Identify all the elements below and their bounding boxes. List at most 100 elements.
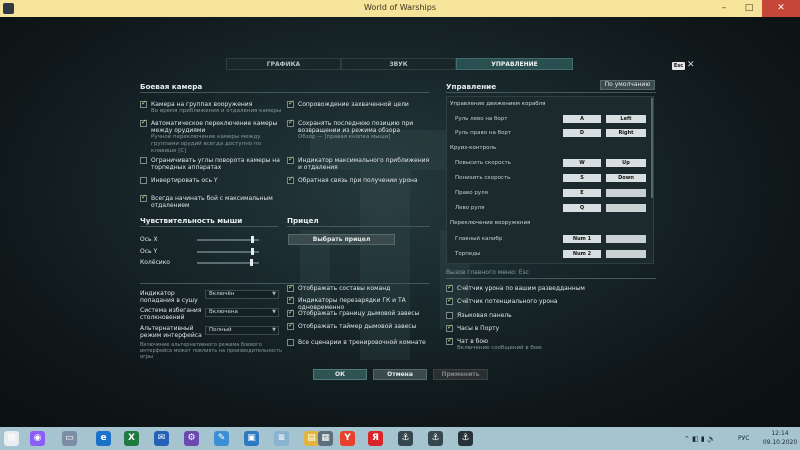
checkbox-box[interactable]: [140, 193, 147, 202]
yandex-icon[interactable]: Я: [368, 431, 383, 446]
keybind-primary[interactable]: S: [563, 174, 601, 182]
reset-defaults-button[interactable]: По умолчанию: [600, 80, 655, 90]
close-window-button[interactable]: ✕: [762, 0, 800, 17]
slider-knob-y[interactable]: [251, 248, 255, 255]
settings-icon[interactable]: ⚙: [184, 431, 199, 446]
keybind-secondary[interactable]: Down: [606, 174, 646, 182]
controls-title: Управление: [446, 82, 497, 91]
checkbox-box[interactable]: [140, 157, 147, 164]
edge-browser-icon[interactable]: e: [96, 431, 111, 446]
keybind-secondary[interactable]: [606, 189, 646, 197]
checkbox-invert-y[interactable]: Инвертировать ось Y: [140, 177, 285, 184]
tray-icons[interactable]: ⌃ ◧ ▮ 🔈: [684, 435, 716, 443]
checkbox-limit-torpedo-angles[interactable]: Ограничивать углы поворота камеры на тор…: [140, 157, 285, 171]
checkbox-box[interactable]: [446, 323, 453, 332]
apply-button[interactable]: Применить: [433, 369, 488, 380]
keybind-secondary[interactable]: [606, 204, 646, 212]
checkbox-track-target[interactable]: Сопровождение захваченной цели: [287, 99, 432, 108]
yandex-browser-icon[interactable]: Y: [340, 431, 355, 446]
checkbox-reload-indicators[interactable]: Индикаторы перезарядки ГК и ТА одновреме…: [287, 295, 442, 311]
keybind-secondary[interactable]: Left: [606, 115, 646, 123]
select-value: Полный: [209, 327, 232, 333]
checkbox-damage-feedback[interactable]: Обратная связь при получении урона: [287, 175, 432, 184]
checkbox-box[interactable]: [287, 99, 294, 108]
excel-icon[interactable]: X: [124, 431, 139, 446]
file-explorer-icon[interactable]: ▤: [304, 431, 319, 446]
checkbox-smoke-border[interactable]: Отображать границу дымовой завесы: [287, 308, 437, 317]
notepad-icon[interactable]: ≡: [274, 431, 289, 446]
checkbox-smoke-timer[interactable]: Отображать таймер дымовой завесы: [287, 321, 437, 330]
checkbox-battle-chat[interactable]: Чат в боюВключение сообщений в бою: [446, 336, 646, 352]
keybind-secondary[interactable]: [606, 250, 646, 258]
select-land-hit[interactable]: Включён ▼: [205, 290, 279, 299]
checkbox-save-last-position[interactable]: Сохранять последнюю позицию при возвраще…: [287, 118, 432, 141]
checkbox-box[interactable]: [446, 336, 453, 345]
keybind-primary[interactable]: Num 2: [563, 250, 601, 258]
tab-graphics[interactable]: ГРАФИКА: [226, 58, 341, 70]
checkbox-auto-switch-camera[interactable]: Автоматическое переключение камеры между…: [140, 118, 285, 155]
clock-time[interactable]: 12:14: [764, 430, 796, 437]
checkbox-zoom-indicator[interactable]: Индикатор максимального приближения и от…: [287, 155, 432, 171]
wows-launcher-2-icon[interactable]: ⚓: [428, 431, 443, 446]
checkbox-box[interactable]: [287, 339, 294, 346]
checkbox-box[interactable]: [287, 118, 294, 127]
cancel-button[interactable]: Отмена: [373, 369, 427, 380]
remote-desktop-icon[interactable]: ▣: [244, 431, 259, 446]
checkbox-potential-damage[interactable]: Счётчик потенциального урона: [446, 296, 646, 305]
calculator-icon[interactable]: ▦: [318, 431, 333, 446]
windows-logo-icon[interactable]: ⊞: [4, 431, 19, 446]
paint-icon[interactable]: ✎: [214, 431, 229, 446]
wows-game-icon[interactable]: ⚓: [458, 431, 473, 446]
select-collision[interactable]: Включена ▼: [205, 308, 279, 317]
checkbox-camera-weapon-groups[interactable]: Камера на группах вооруженияВо время при…: [140, 99, 285, 115]
checkbox-training-scenarios[interactable]: Все сценарии в тренировочной комнате: [287, 339, 437, 346]
checkbox-max-zoom-start[interactable]: Всегда начинать бой с максимальным отдал…: [140, 193, 285, 209]
keybind-primary[interactable]: Q: [563, 204, 601, 212]
group-ship-movement: Управление движением корабля: [450, 101, 546, 107]
slider-knob-x[interactable]: [251, 236, 255, 243]
checkbox-box[interactable]: [140, 177, 147, 184]
checkbox-box[interactable]: [446, 283, 453, 292]
checkbox-box[interactable]: [140, 118, 147, 127]
language-indicator[interactable]: РУС: [738, 435, 749, 442]
keybind-primary[interactable]: W: [563, 159, 601, 167]
checkbox-box[interactable]: [446, 296, 453, 305]
slider-track-x[interactable]: [197, 239, 259, 241]
alice-assistant-icon[interactable]: ◉: [30, 431, 45, 446]
checkbox-recon-damage[interactable]: Счётчик урона по вашим разведданным: [446, 283, 646, 292]
select-alt-interface[interactable]: Полный ▼: [205, 326, 279, 335]
mail-icon[interactable]: ✉: [154, 431, 169, 446]
checkbox-box[interactable]: [446, 312, 453, 319]
keybind-secondary[interactable]: Up: [606, 159, 646, 167]
maximize-button[interactable]: □: [737, 0, 761, 17]
wows-launcher-icon[interactable]: ⚓: [398, 431, 413, 446]
checkbox-box[interactable]: [140, 99, 147, 108]
keybind-primary[interactable]: Num 1: [563, 235, 601, 243]
onedrive-folder-icon[interactable]: ▭: [62, 431, 77, 446]
scrollbar[interactable]: [651, 98, 653, 198]
checkbox-language-bar[interactable]: Языковая панель: [446, 312, 646, 319]
ok-button[interactable]: ОК: [313, 369, 367, 380]
keybind-primary[interactable]: D: [563, 129, 601, 137]
checkbox-box[interactable]: [287, 175, 294, 184]
tab-controls[interactable]: УПРАВЛЕНИЕ: [456, 58, 573, 70]
minimize-button[interactable]: –: [712, 0, 736, 17]
checkbox-box[interactable]: [287, 295, 294, 304]
alt-interface-note: Включение альтернативного режима боевого…: [140, 342, 282, 360]
checkbox-box[interactable]: [287, 321, 294, 330]
keybind-secondary[interactable]: Right: [606, 129, 646, 137]
checkbox-box[interactable]: [287, 308, 294, 317]
checkbox-port-clock[interactable]: Часы в Порту: [446, 323, 646, 332]
keybind-primary[interactable]: A: [563, 115, 601, 123]
checkbox-team-lists[interactable]: Отображать составы команд: [287, 283, 437, 292]
checkbox-box[interactable]: [287, 283, 294, 292]
slider-knob-wheel[interactable]: [250, 259, 254, 266]
slider-track-y[interactable]: [197, 251, 259, 253]
tab-sound[interactable]: ЗВУК: [341, 58, 456, 70]
keybind-primary[interactable]: E: [563, 189, 601, 197]
keybind-secondary[interactable]: [606, 235, 646, 243]
choose-sight-button[interactable]: Выбрать прицел: [288, 234, 395, 245]
checkbox-box[interactable]: [287, 155, 294, 164]
clock-date[interactable]: 09.10.2020: [762, 439, 798, 446]
close-settings-button[interactable]: ✕: [687, 60, 695, 70]
